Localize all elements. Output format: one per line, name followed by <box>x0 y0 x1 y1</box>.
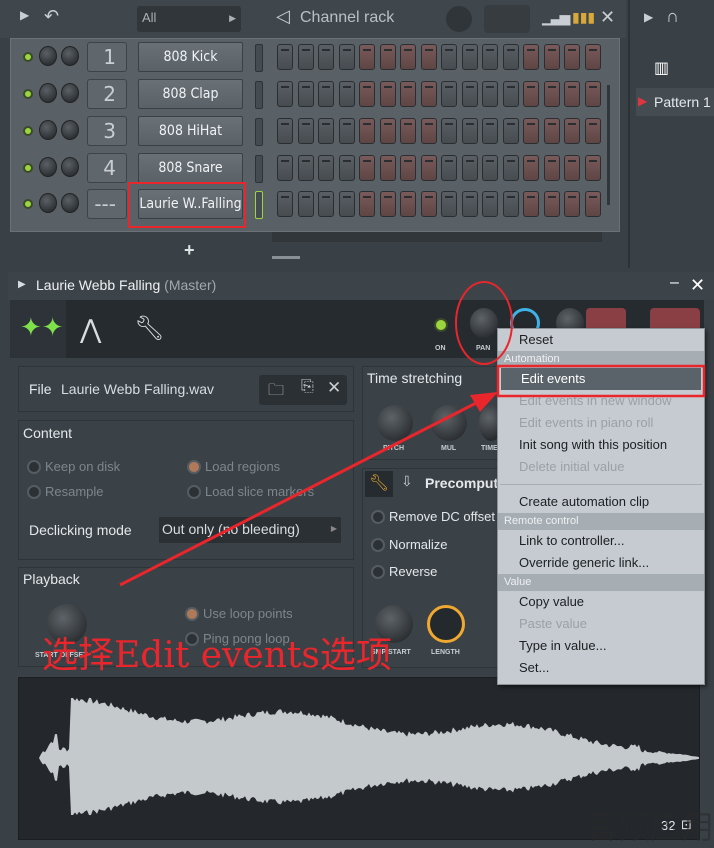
watermark: 音频应用 <box>586 808 714 846</box>
annotation-text: 选择Edit events选项 <box>42 635 392 676</box>
highlight-circle-pan <box>455 281 513 365</box>
highlight-box-channel <box>128 182 246 228</box>
annotation-overlay <box>119 182 706 587</box>
arrow-head <box>470 392 498 412</box>
highlight-box-edit-events <box>496 364 706 398</box>
annotation-arrow <box>119 398 483 587</box>
